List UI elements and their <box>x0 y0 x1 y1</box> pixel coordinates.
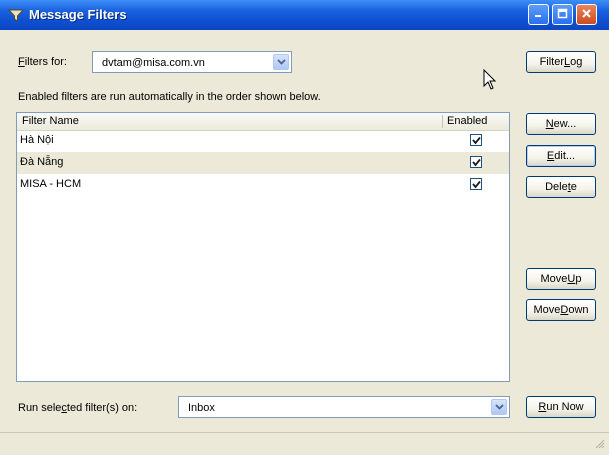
minimize-button[interactable] <box>528 4 549 25</box>
title-bar[interactable]: Message Filters <box>0 0 609 30</box>
filters-for-mnemonic: F <box>18 56 25 68</box>
move-up-label-pre: Move <box>540 273 568 285</box>
move-down-mnemonic: D <box>560 304 569 316</box>
filters-for-label-text: ilters for: <box>24 56 67 68</box>
run-now-mnemonic: R <box>538 401 547 413</box>
list-header: Filter Name Enabled <box>17 113 509 131</box>
filter-row[interactable]: MISA - HCM <box>17 174 509 196</box>
column-header-enabled[interactable]: Enabled <box>447 115 487 127</box>
delete-button[interactable]: Dele t e <box>526 176 596 198</box>
filter-funnel-icon <box>8 7 24 23</box>
mouse-pointer-icon <box>483 68 497 94</box>
column-separator <box>442 115 443 128</box>
move-down-label-pre: Move <box>533 304 561 316</box>
move-up-label-post: p <box>575 273 582 285</box>
filter-list[interactable]: Filter Name Enabled Hà Nội Đà Nẵng MISA … <box>16 112 510 382</box>
filter-log-button[interactable]: Filter Log <box>526 51 596 73</box>
account-dropdown[interactable]: dvtam@misa.com.vn <box>92 51 292 73</box>
filter-name: Đà Nẵng <box>20 156 64 168</box>
move-down-button[interactable]: Move Down <box>526 299 596 321</box>
edit-label-post: dit... <box>554 150 576 162</box>
info-text: Enabled filters are run automatically in… <box>18 91 321 103</box>
delete-label-pre: Dele <box>545 181 568 193</box>
filters-for-label: Filters for: <box>18 56 67 68</box>
filter-row[interactable]: Đà Nẵng <box>17 152 509 174</box>
filter-log-label-post: og <box>570 56 583 68</box>
enabled-checkbox[interactable] <box>470 178 482 190</box>
run-on-label-pre: Run sele <box>18 402 62 414</box>
move-up-mnemonic: U <box>567 273 576 285</box>
maximize-button[interactable] <box>552 4 573 25</box>
close-button[interactable] <box>576 4 597 25</box>
run-on-label: Run selected filter(s) on: <box>18 402 137 414</box>
close-icon <box>581 8 592 22</box>
delete-label-post: e <box>570 181 577 193</box>
resize-grip-icon[interactable] <box>595 439 605 452</box>
edit-button[interactable]: Edit... <box>526 145 596 167</box>
new-mnemonic: N <box>545 118 554 130</box>
minimize-icon <box>533 8 544 22</box>
run-now-label-post: un Now <box>546 401 584 413</box>
move-up-button[interactable]: Move Up <box>526 268 596 290</box>
filter-name: Hà Nội <box>20 134 54 146</box>
run-on-label-post: ted filter(s) on: <box>66 402 138 414</box>
edit-mnemonic: E <box>546 150 555 162</box>
new-button[interactable]: New... <box>526 113 596 135</box>
move-down-label-post: own <box>568 304 589 316</box>
enabled-checkbox[interactable] <box>470 156 482 168</box>
filter-log-label-pre: Filter <box>539 56 565 68</box>
window-title: Message Filters <box>29 7 127 22</box>
filter-row[interactable]: Hà Nội <box>17 130 509 152</box>
chevron-down-icon[interactable] <box>491 399 507 415</box>
new-label-post: ew... <box>553 118 577 130</box>
folder-value: Inbox <box>188 402 215 414</box>
filter-name: MISA - HCM <box>20 178 82 190</box>
enabled-checkbox[interactable] <box>470 134 482 146</box>
chevron-down-icon[interactable] <box>273 54 289 70</box>
status-bar <box>0 432 609 455</box>
account-value: dvtam@misa.com.vn <box>102 57 205 69</box>
maximize-icon <box>557 8 568 22</box>
run-now-button[interactable]: Run Now <box>526 396 596 418</box>
run-on-folder-dropdown[interactable]: Inbox <box>178 396 510 418</box>
column-header-filter-name[interactable]: Filter Name <box>22 115 79 127</box>
